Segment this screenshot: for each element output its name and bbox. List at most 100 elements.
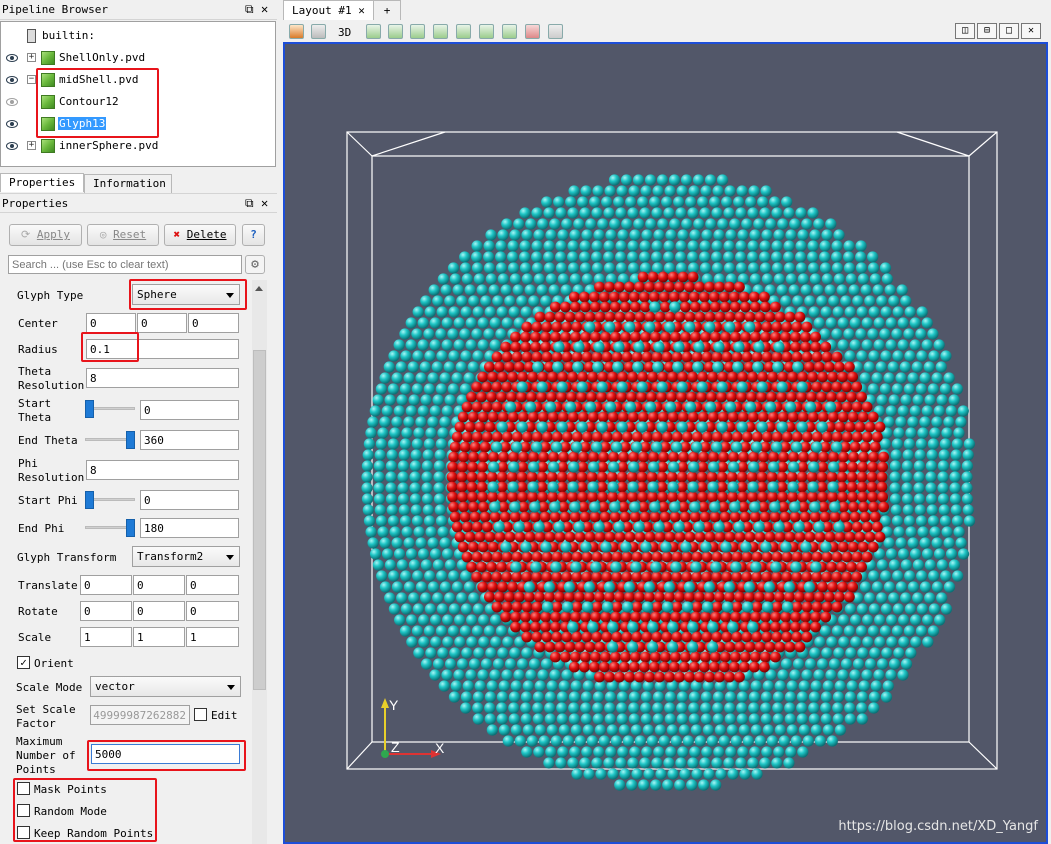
select-cells-frustum-icon[interactable] [410, 24, 425, 39]
slider-handle[interactable] [126, 431, 135, 449]
glyph-type-select[interactable]: Sphere [132, 284, 240, 305]
view-3d-toggle[interactable]: 3D [338, 26, 351, 39]
scale-z-field[interactable]: 1 [186, 627, 239, 647]
outer-glyph-sphere [934, 614, 946, 626]
outer-glyph-sphere [783, 262, 796, 274]
tree-item-contour12[interactable]: Contour12 [1, 92, 271, 112]
add-layout-tab-button[interactable]: + [373, 0, 401, 20]
inner-shell-glyph [687, 411, 699, 423]
camera-reset-icon[interactable] [289, 24, 304, 39]
delete-button[interactable]: ✖ Delete [164, 224, 236, 246]
tab-properties[interactable]: Properties [0, 173, 84, 192]
select-cells-on-icon[interactable] [366, 24, 381, 39]
tree-item-innersphere[interactable]: + innerSphere.pvd [1, 136, 271, 156]
glyph-transform-select[interactable]: Transform2 [132, 546, 240, 567]
clear-selection-icon[interactable] [548, 24, 563, 39]
outer-glyph-sphere [822, 724, 834, 736]
close-view-icon[interactable]: ✕ [1021, 23, 1041, 39]
inner-shell-glyph [641, 351, 653, 363]
scale-factor-field[interactable]: 3.49999987262882 [90, 705, 190, 725]
scale-y-field[interactable]: 1 [133, 627, 185, 647]
inner-sphere-glyph [712, 361, 724, 373]
slider-handle[interactable] [85, 400, 94, 418]
phi-resolution-field[interactable]: 8 [86, 460, 239, 480]
slider-handle[interactable] [85, 491, 94, 509]
apply-button[interactable]: ⟳ Apply [9, 224, 82, 246]
float-dock-icon[interactable]: ⧉ [245, 1, 254, 17]
center-y-field[interactable]: 0 [137, 313, 187, 333]
start-theta-field[interactable]: 0 [140, 400, 239, 420]
tree-item-builtin[interactable]: builtin: [1, 26, 271, 46]
tree-item-glyph13[interactable]: Glyph13 [1, 114, 271, 134]
rotate-z-field[interactable]: 0 [186, 601, 239, 621]
render-scene[interactable]: Y X Z [285, 44, 1046, 842]
end-theta-field[interactable]: 360 [140, 430, 239, 450]
inner-sphere-glyph [644, 321, 656, 333]
scrollbar-thumb[interactable] [253, 350, 266, 690]
visibility-eye-icon[interactable] [6, 142, 18, 150]
rotate-x-field[interactable]: 0 [80, 601, 132, 621]
radius-field[interactable]: 0.1 [86, 339, 239, 359]
visibility-eye-icon[interactable] [6, 76, 18, 84]
select-points-frustum-icon[interactable] [433, 24, 448, 39]
close-dock-icon[interactable]: ✕ [261, 195, 268, 211]
maximize-icon[interactable]: □ [999, 23, 1019, 39]
select-blocks-icon[interactable] [479, 24, 494, 39]
rotate-y-field[interactable]: 0 [133, 601, 185, 621]
select-points-on-icon[interactable] [388, 24, 403, 39]
visibility-eye-icon[interactable] [6, 54, 18, 62]
scroll-up-icon[interactable] [255, 286, 263, 291]
slider-handle[interactable] [126, 519, 135, 537]
theta-resolution-field[interactable]: 8 [86, 368, 239, 388]
start-theta-slider[interactable] [85, 399, 135, 419]
collapse-icon[interactable]: − [27, 75, 36, 84]
random-mode-checkbox[interactable] [17, 804, 30, 817]
center-x-field[interactable]: 0 [86, 313, 136, 333]
translate-x-field[interactable]: 0 [80, 575, 132, 595]
tree-item-shellonly[interactable]: + ShellOnly.pvd [1, 48, 271, 68]
expand-icon[interactable]: + [27, 53, 36, 62]
split-vertical-icon[interactable]: ⊟ [977, 23, 997, 39]
float-dock-icon[interactable]: ⧉ [245, 195, 254, 211]
search-input[interactable] [8, 255, 242, 274]
render-view[interactable]: Y X Z https://blog.csdn.net/XD_Yangf [283, 42, 1048, 844]
tab-information[interactable]: Information [84, 174, 172, 193]
properties-scrollbar[interactable] [252, 280, 267, 844]
select-polygon-icon[interactable] [456, 24, 471, 39]
outer-glyph-sphere [875, 361, 887, 373]
start-phi-slider[interactable] [85, 490, 135, 510]
translate-y-field[interactable]: 0 [133, 575, 185, 595]
tree-item-midshell[interactable]: − midShell.pvd [1, 70, 271, 90]
expand-icon[interactable]: + [27, 141, 36, 150]
camera-undo-icon[interactable] [311, 24, 326, 39]
orient-checkbox[interactable]: ✓ [17, 656, 30, 669]
edit-checkbox[interactable] [194, 708, 207, 721]
start-phi-field[interactable]: 0 [140, 490, 239, 510]
interactive-select-icon[interactable] [502, 24, 517, 39]
inner-shell-glyph [491, 601, 503, 613]
close-tab-icon[interactable]: ✕ [358, 4, 365, 17]
outer-glyph-sphere [825, 669, 837, 681]
split-horizontal-icon[interactable]: ◫ [955, 23, 975, 39]
hover-points-icon[interactable] [525, 24, 540, 39]
scale-mode-select[interactable]: vector [90, 676, 241, 697]
outer-glyph-sphere [603, 207, 615, 219]
outer-glyph-sphere [436, 603, 449, 615]
gear-icon[interactable]: ⚙ [245, 255, 265, 274]
center-z-field[interactable]: 0 [188, 313, 239, 333]
help-button[interactable]: ? [242, 224, 265, 246]
end-phi-slider[interactable] [85, 518, 135, 538]
mask-points-checkbox[interactable] [17, 782, 30, 795]
reset-button[interactable]: ◎ Reset [87, 224, 159, 246]
tab-layout-1[interactable]: Layout #1 ✕ [283, 0, 374, 20]
keep-random-points-checkbox[interactable] [17, 826, 30, 839]
scale-x-field[interactable]: 1 [80, 627, 132, 647]
visibility-eye-icon[interactable] [6, 98, 18, 106]
end-theta-slider[interactable] [85, 430, 135, 450]
y-axis-arrow [381, 698, 389, 708]
max-points-field[interactable]: 5000 [91, 744, 240, 764]
close-dock-icon[interactable]: ✕ [261, 1, 268, 17]
visibility-eye-icon[interactable] [6, 120, 18, 128]
end-phi-field[interactable]: 180 [140, 518, 239, 538]
translate-z-field[interactable]: 0 [186, 575, 239, 595]
